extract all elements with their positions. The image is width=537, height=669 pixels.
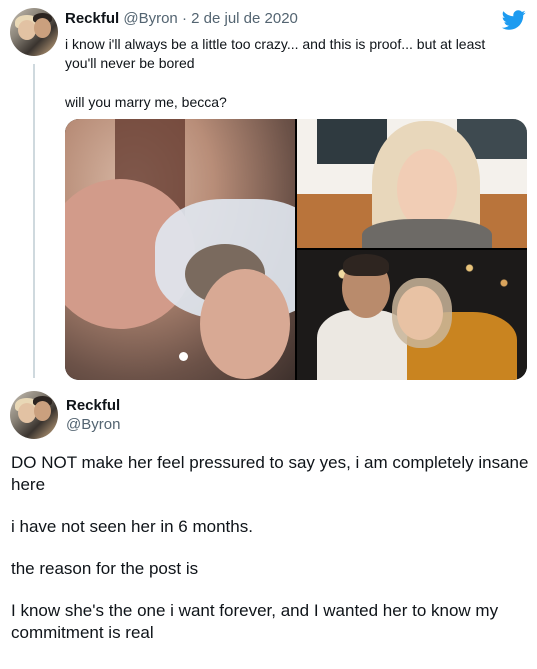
tweet-paragraph: i have not seen her in 6 months. [11, 517, 253, 536]
tweet-paragraph: the reason for the post is [11, 559, 199, 578]
avatar[interactable] [10, 391, 58, 439]
photo-bottom-right[interactable] [297, 250, 527, 380]
twitter-bird-icon[interactable] [500, 8, 528, 32]
tweet-date[interactable]: 2 de jul de 2020 [191, 10, 298, 27]
author-handle[interactable]: @Byron [66, 416, 120, 433]
tweet-paragraph: DO NOT make her feel pressured to say ye… [11, 453, 529, 494]
author-handle[interactable]: @Byron [123, 10, 177, 27]
author-name[interactable]: Reckful [66, 397, 120, 414]
tweet-paragraph: I know she's the one i want forever, and… [11, 601, 499, 642]
media-grid [65, 119, 527, 380]
thread-line [33, 64, 35, 378]
author-name[interactable]: Reckful [65, 10, 119, 27]
avatar[interactable] [10, 8, 58, 56]
tweet-header: Reckful @Byron · 2 de jul de 2020 [65, 10, 298, 27]
tweet-text: DO NOT make her feel pressured to say ye… [11, 452, 531, 664]
photo-left[interactable] [65, 119, 295, 380]
photo-top-right[interactable] [297, 119, 527, 248]
tweet-text: i know i'll always be a little too crazy… [65, 35, 505, 112]
tweet-text-line: i know i'll always be a little too crazy… [65, 36, 486, 71]
tweet-text-line: will you marry me, becca? [65, 94, 227, 110]
header-separator: · [181, 10, 187, 27]
video-indicator-icon [179, 352, 188, 361]
